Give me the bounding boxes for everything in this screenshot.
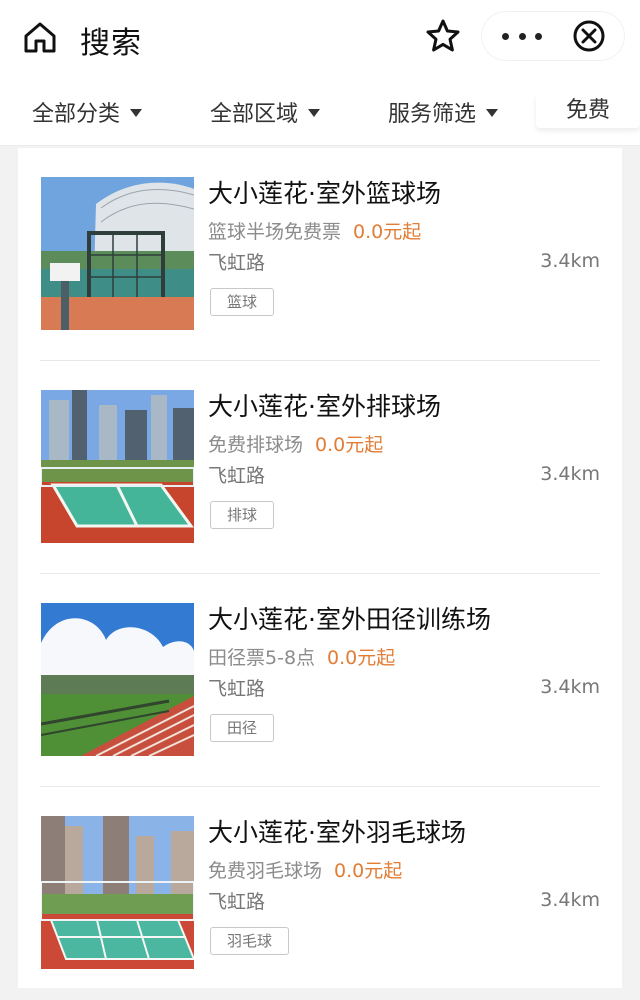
venue-description: 篮球半场免费票 0.0元起 bbox=[208, 217, 421, 244]
price: 0.0元起 bbox=[353, 221, 422, 243]
venue-name: 大小莲花·室外羽毛球场 bbox=[208, 818, 466, 847]
ticket-name: 免费排球场 bbox=[208, 434, 304, 456]
ticket-name: 篮球半场免费票 bbox=[208, 221, 342, 243]
venue-description: 免费羽毛球场 0.0元起 bbox=[208, 856, 402, 883]
dropdown-arrow-icon bbox=[130, 109, 143, 117]
price: 0.0元起 bbox=[334, 860, 403, 882]
home-icon[interactable] bbox=[22, 20, 58, 54]
filter-bar: 全部分类 全部区域 服务筛选 免费 bbox=[0, 78, 640, 146]
road-name: 飞虹路 bbox=[208, 465, 266, 487]
venue-name: 大小莲花·室外田径训练场 bbox=[208, 605, 491, 634]
more-icon[interactable] bbox=[502, 22, 542, 50]
venue-name: 大小莲花·室外篮球场 bbox=[208, 179, 441, 208]
distance: 3.4km bbox=[540, 889, 600, 911]
close-icon[interactable] bbox=[572, 19, 606, 53]
venue-card-volleyball[interactable]: 大小莲花·室外排球场 免费排球场 0.0元起 飞虹路 3.4km 排球 bbox=[18, 361, 622, 574]
top-bar: 搜索 bbox=[0, 0, 640, 78]
filter-label: 服务筛选 bbox=[388, 102, 477, 127]
venue-card-badminton[interactable]: 大小莲花·室外羽毛球场 免费羽毛球场 0.0元起 飞虹路 3.4km 羽毛球 bbox=[18, 787, 622, 1000]
free-filter-button[interactable]: 免费 bbox=[536, 94, 640, 128]
basketball-court-image bbox=[41, 177, 194, 330]
mini-program-capsule bbox=[482, 12, 624, 60]
venue-description: 免费排球场 0.0元起 bbox=[208, 430, 383, 457]
distance: 3.4km bbox=[540, 676, 600, 698]
page-title: 搜索 bbox=[80, 26, 142, 61]
venue-card-basketball[interactable]: 大小莲花·室外篮球场 篮球半场免费票 0.0元起 飞虹路 3.4km 篮球 bbox=[18, 148, 622, 361]
track-field-image bbox=[41, 603, 194, 756]
road-name: 飞虹路 bbox=[208, 891, 266, 913]
ticket-name: 田径票5-8点 bbox=[208, 647, 316, 669]
venue-name: 大小莲花·室外排球场 bbox=[208, 392, 441, 421]
sport-tag: 篮球 bbox=[210, 288, 275, 316]
distance: 3.4km bbox=[540, 463, 600, 485]
venue-list: 大小莲花·室外篮球场 篮球半场免费票 0.0元起 飞虹路 3.4km 篮球 大小莲… bbox=[18, 148, 622, 988]
filter-label: 全部分类 bbox=[32, 102, 121, 127]
price: 0.0元起 bbox=[315, 434, 384, 456]
sport-tag: 田径 bbox=[210, 714, 275, 742]
dropdown-arrow-icon bbox=[486, 109, 499, 117]
road-name: 飞虹路 bbox=[208, 252, 266, 274]
sport-tag: 排球 bbox=[210, 501, 275, 529]
ticket-name: 免费羽毛球场 bbox=[208, 860, 323, 882]
venue-card-track[interactable]: 大小莲花·室外田径训练场 田径票5-8点 0.0元起 飞虹路 3.4km 田径 bbox=[18, 574, 622, 787]
star-icon[interactable] bbox=[424, 18, 462, 54]
road-name: 飞虹路 bbox=[208, 678, 266, 700]
badminton-court-image bbox=[41, 816, 194, 969]
volleyball-court-image bbox=[41, 390, 194, 543]
dropdown-arrow-icon bbox=[308, 109, 321, 117]
filter-area[interactable]: 全部区域 bbox=[210, 96, 321, 128]
filter-label: 全部区域 bbox=[210, 102, 299, 127]
distance: 3.4km bbox=[540, 250, 600, 272]
sport-tag: 羽毛球 bbox=[210, 927, 290, 955]
venue-description: 田径票5-8点 0.0元起 bbox=[208, 643, 395, 670]
filter-category[interactable]: 全部分类 bbox=[32, 96, 143, 128]
price: 0.0元起 bbox=[327, 647, 396, 669]
filter-service[interactable]: 服务筛选 bbox=[388, 96, 499, 128]
